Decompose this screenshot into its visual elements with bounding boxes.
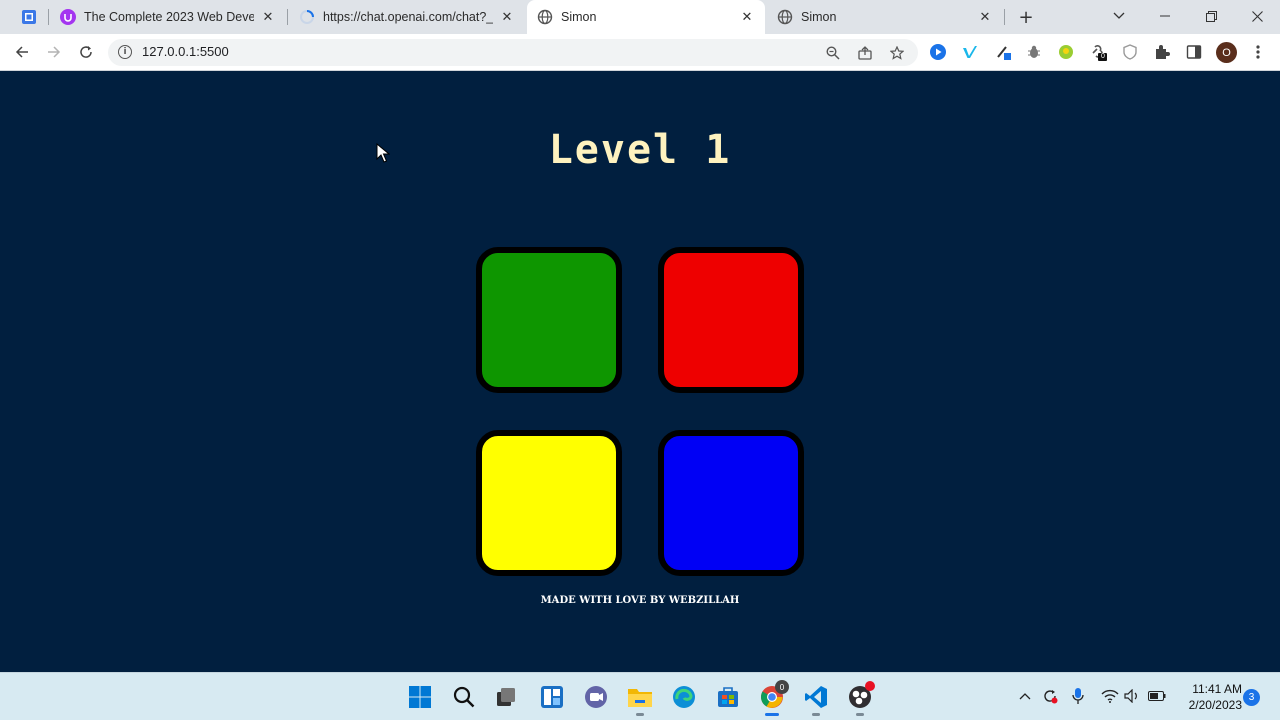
minimize-icon[interactable] [1155, 6, 1175, 26]
obs-icon[interactable] [846, 681, 875, 716]
profile-avatar[interactable]: O [1216, 42, 1237, 63]
globe-icon [777, 9, 793, 25]
vscode-icon[interactable] [802, 683, 830, 716]
widgets-icon[interactable] [538, 683, 566, 711]
color-picker-extension-icon[interactable] [995, 43, 1013, 61]
site-info-icon[interactable]: i [118, 45, 132, 59]
google-sites-icon [21, 9, 37, 25]
search-icon[interactable] [450, 683, 478, 711]
tab-udemy-course[interactable]: The Complete 2023 Web Developm ✕ [50, 0, 286, 34]
edge-icon[interactable] [670, 683, 698, 711]
red-button[interactable] [658, 247, 804, 393]
address-bar[interactable]: i 127.0.0.1:5500 [108, 39, 918, 66]
notification-count-badge[interactable]: 3 [1243, 689, 1260, 706]
microphone-icon[interactable] [1069, 687, 1087, 705]
share-icon[interactable] [857, 45, 873, 61]
browser-tab-strip: The Complete 2023 Web Developm ✕ https:/… [0, 0, 1280, 34]
zoom-icon[interactable] [825, 45, 841, 61]
tab-title: Simon [801, 10, 837, 24]
tab-title: Simon [561, 10, 597, 24]
clock-date: 2/20/2023 [1188, 698, 1242, 712]
tab-simon-active[interactable]: Simon ✕ [527, 0, 765, 34]
tab-title: The Complete 2023 Web Developm [84, 10, 254, 24]
footer-credit: MADE WITH LOVE BY WEBZILLAH [540, 595, 740, 606]
reload-icon[interactable] [76, 42, 96, 62]
tab-separator [287, 9, 288, 25]
forward-arrow-icon[interactable] [44, 42, 64, 62]
wifi-icon[interactable] [1101, 687, 1119, 705]
volume-icon[interactable] [1123, 687, 1141, 705]
green-button[interactable] [476, 247, 622, 393]
bulb-extension-icon[interactable] [1057, 43, 1075, 61]
tab-simon[interactable]: Simon ✕ [767, 0, 1003, 34]
clock-time: 11:41 AM [1192, 682, 1242, 696]
yellow-button[interactable] [476, 430, 622, 576]
sync-recording-icon[interactable] [1041, 687, 1059, 705]
file-explorer-icon[interactable] [626, 683, 654, 716]
bug-extension-icon[interactable] [1025, 43, 1043, 61]
tab-search-chevron-icon[interactable] [1109, 6, 1129, 26]
screencast-extension-icon[interactable] [929, 43, 947, 61]
battery-icon[interactable] [1148, 687, 1166, 705]
level-title: Level 1 [548, 127, 732, 173]
tab-separator [48, 9, 49, 25]
teams-chat-icon[interactable] [582, 683, 610, 711]
close-tab-icon[interactable]: ✕ [260, 9, 276, 25]
task-view-icon[interactable] [492, 683, 520, 711]
chrome-icon[interactable]: 0 [758, 680, 789, 716]
loading-spinner-icon [299, 9, 315, 25]
shield-extension-icon[interactable] [1121, 43, 1139, 61]
vimeo-extension-icon[interactable] [961, 43, 979, 61]
close-tab-icon[interactable]: ✕ [499, 9, 515, 25]
show-hidden-icons-chevron-icon[interactable] [1016, 687, 1034, 705]
side-panel-icon[interactable] [1185, 43, 1203, 61]
running-indicator [812, 713, 820, 716]
back-arrow-icon[interactable] [12, 42, 32, 62]
url-text: 127.0.0.1:5500 [142, 44, 229, 59]
recording-dot [865, 681, 875, 691]
tab-pinned-google-sites[interactable] [12, 0, 46, 34]
system-clock[interactable]: 11:41 AM 2/20/2023 [1176, 681, 1242, 713]
extension-badge: 0 [1101, 53, 1105, 60]
simon-game-page: Level 1 MADE WITH LOVE BY WEBZILLAH [0, 71, 1280, 672]
udemy-icon [60, 9, 76, 25]
close-tab-icon[interactable]: ✕ [977, 9, 993, 25]
bookmark-star-icon[interactable] [889, 45, 905, 61]
blue-button[interactable] [658, 430, 804, 576]
globe-icon [537, 9, 553, 25]
tab-title: https://chat.openai.com/chat?_c [323, 10, 493, 24]
running-indicator [765, 713, 779, 716]
link-extension-icon[interactable]: 0 [1089, 43, 1107, 61]
close-window-icon[interactable] [1247, 6, 1267, 26]
chrome-badge: 0 [775, 680, 789, 694]
microsoft-store-icon[interactable] [714, 683, 742, 711]
tab-separator [1004, 9, 1005, 25]
close-tab-icon[interactable]: ✕ [739, 9, 755, 25]
windows-start-icon[interactable] [406, 683, 434, 711]
running-indicator [636, 713, 644, 716]
mouse-cursor-icon [376, 143, 390, 163]
tab-chatgpt[interactable]: https://chat.openai.com/chat?_c ✕ [289, 0, 525, 34]
running-indicator [856, 713, 864, 716]
new-tab-plus-icon[interactable]: + [1016, 7, 1036, 28]
extensions-puzzle-icon[interactable] [1153, 43, 1171, 61]
restore-icon[interactable] [1201, 6, 1221, 26]
kebab-menu-icon[interactable] [1249, 43, 1267, 61]
browser-toolbar: i 127.0.0.1:5500 0 O [0, 34, 1280, 71]
windows-taskbar: 0 11:41 AM 2/20/2023 3 [0, 672, 1280, 720]
